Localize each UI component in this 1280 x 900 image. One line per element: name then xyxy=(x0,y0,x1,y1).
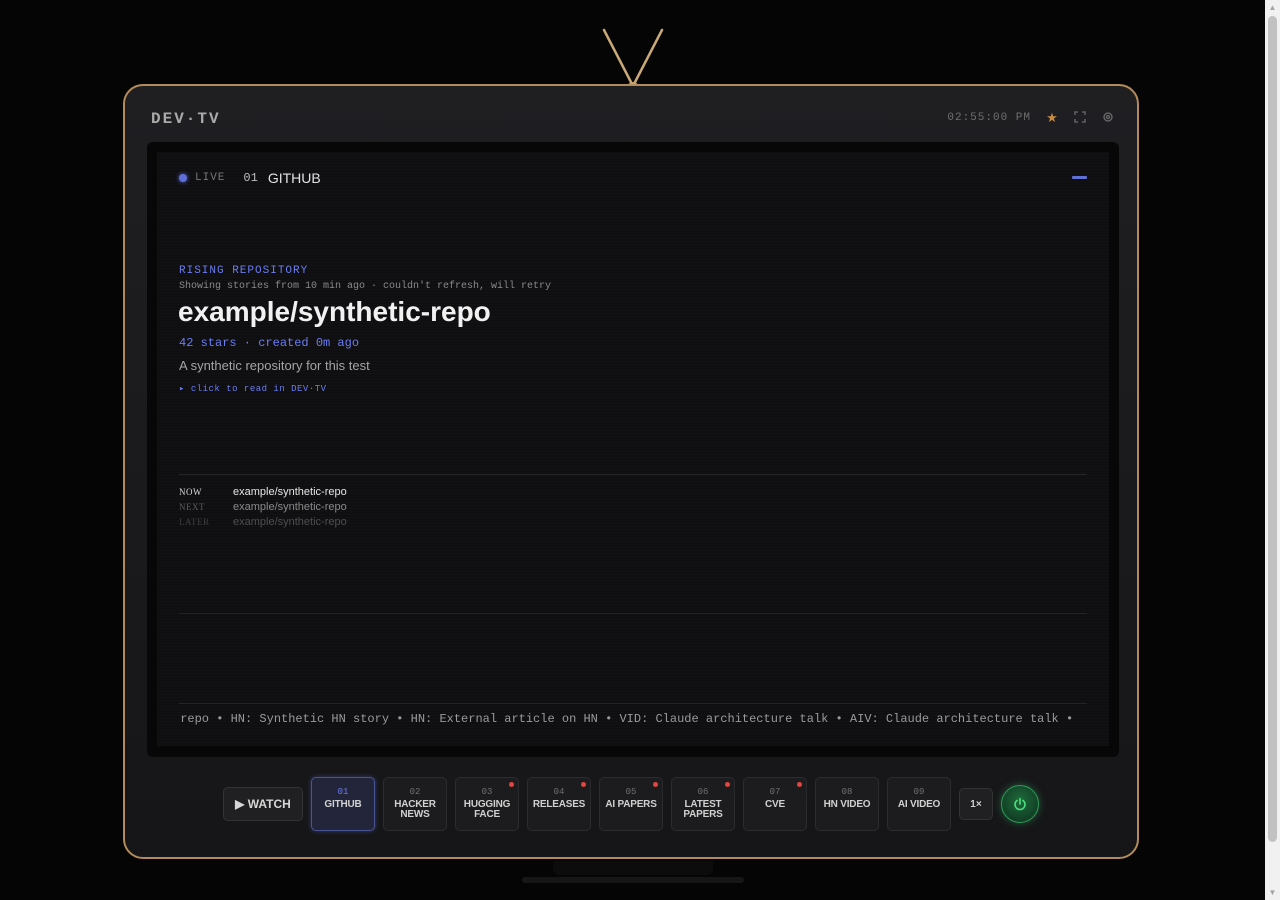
live-label: LIVE xyxy=(195,172,226,184)
channel-button-label: CVE xyxy=(765,799,785,810)
channel-button-cve[interactable]: 07 CVE xyxy=(743,777,807,831)
channel-button-hacker-news[interactable]: 02 HACKER NEWS xyxy=(383,777,447,831)
news-ticker: -repo • HN: Synthetic HN story • HN: Ext… xyxy=(179,712,1087,728)
divider xyxy=(179,703,1087,704)
channel-button-label: HN VIDEO xyxy=(823,799,871,810)
ticker-text: -repo • HN: Synthetic HN story • HN: Ext… xyxy=(179,712,1074,726)
current-channel-number: 01 xyxy=(243,171,258,185)
channel-button-number: 04 xyxy=(553,787,565,797)
channel-button-number: 01 xyxy=(337,787,349,797)
channel-button-label-line2: PAPERS xyxy=(683,809,723,820)
divider xyxy=(179,613,1087,614)
channel-button-number: 07 xyxy=(769,787,781,797)
clock: 02:55:00 PM xyxy=(947,112,1031,124)
live-indicator: LIVE 01 GITHUB xyxy=(179,170,321,186)
schedule-row-now[interactable]: NOW example/synthetic-repo xyxy=(179,484,347,499)
channel-button-github[interactable]: 01 GITHUB xyxy=(311,777,375,831)
star-icon[interactable]: ★ xyxy=(1045,111,1059,125)
channel-button-releases[interactable]: 04 RELEASES xyxy=(527,777,591,831)
schedule-label: NOW xyxy=(179,486,202,497)
fullscreen-icon[interactable] xyxy=(1073,111,1087,125)
channel-button-ai-papers[interactable]: 05 AI PAPERS xyxy=(599,777,663,831)
channel-button-label: RELEASES xyxy=(532,799,586,810)
schedule-row-later[interactable]: LATER example/synthetic-repo xyxy=(179,514,347,529)
tv-frame: DEV·TV 02:55:00 PM ★ LIVE 01 GITHUB RISI… xyxy=(123,84,1139,859)
settings-icon[interactable] xyxy=(1101,111,1115,125)
channel-button-label: AI PAPERS xyxy=(605,799,657,810)
refresh-status: Showing stories from 10 min ago · couldn… xyxy=(179,281,552,292)
channel-button-label-line2: NEWS xyxy=(400,809,430,820)
screen-bezel: LIVE 01 GITHUB RISING REPOSITORY Showing… xyxy=(147,142,1119,757)
notification-dot-icon xyxy=(653,782,658,787)
page-scrollbar[interactable]: ▲ ▼ xyxy=(1265,0,1280,900)
control-panel: ▶ WATCH 01 GITHUB 02 HACKER NEWS 03 HUGG… xyxy=(223,776,1039,832)
channel-button-number: 02 xyxy=(409,787,421,797)
tv-stand-neck xyxy=(553,861,713,875)
story-kicker: RISING REPOSITORY xyxy=(179,265,309,277)
schedule-title: example/synthetic-repo xyxy=(233,500,347,513)
channel-button-number: 05 xyxy=(625,787,637,797)
channel-button-number: 09 xyxy=(913,787,925,797)
top-controls: 02:55:00 PM ★ xyxy=(947,111,1115,125)
schedule-label: LATER xyxy=(179,516,210,527)
channel-button-latest-papers[interactable]: 06 LATEST PAPERS xyxy=(671,777,735,831)
notification-dot-icon xyxy=(581,782,586,787)
brand-logo: DEV·TV xyxy=(151,110,221,128)
screen[interactable]: LIVE 01 GITHUB RISING REPOSITORY Showing… xyxy=(157,152,1109,746)
schedule-row-next[interactable]: NEXT example/synthetic-repo xyxy=(179,499,347,514)
scroll-thumb[interactable] xyxy=(1268,16,1277,842)
live-dot-icon xyxy=(179,174,187,182)
power-icon xyxy=(1014,797,1026,811)
watch-button[interactable]: ▶ WATCH xyxy=(223,787,303,821)
power-button[interactable] xyxy=(1001,785,1039,823)
channel-button-number: 08 xyxy=(841,787,853,797)
schedule-list: NOW example/synthetic-repo NEXT example/… xyxy=(179,484,347,529)
read-link[interactable]: ▸ click to read in DEV·TV xyxy=(179,384,327,394)
scroll-up-arrow-icon[interactable]: ▲ xyxy=(1265,0,1280,15)
notification-dot-icon xyxy=(509,782,514,787)
channel-button-hn-video[interactable]: 08 HN VIDEO xyxy=(815,777,879,831)
channel-button-hugging-face[interactable]: 03 HUGGING FACE xyxy=(455,777,519,831)
channel-button-label-line2: FACE xyxy=(474,809,500,820)
current-channel-name: GITHUB xyxy=(267,170,321,186)
story-title[interactable]: example/synthetic-repo xyxy=(178,296,491,328)
tv-stand-base xyxy=(522,877,744,883)
schedule-label: NEXT xyxy=(179,501,205,512)
notification-dot-icon xyxy=(725,782,730,787)
channel-button-number: 06 xyxy=(697,787,709,797)
speed-button[interactable]: 1× xyxy=(959,788,993,820)
schedule-title: example/synthetic-repo xyxy=(233,485,347,498)
scroll-down-arrow-icon[interactable]: ▼ xyxy=(1265,885,1280,900)
channel-button-label: GITHUB xyxy=(324,799,362,810)
channel-button-ai-video[interactable]: 09 AI VIDEO xyxy=(887,777,951,831)
schedule-title: example/synthetic-repo xyxy=(233,515,347,528)
channel-button-number: 03 xyxy=(481,787,493,797)
notification-dot-icon xyxy=(797,782,802,787)
channel-button-label: AI VIDEO xyxy=(897,799,941,810)
minimize-icon[interactable] xyxy=(1072,176,1087,179)
story-meta: 42 stars · created 0m ago xyxy=(179,336,360,350)
divider xyxy=(179,474,1087,475)
story-description: A synthetic repository for this test xyxy=(179,358,370,373)
